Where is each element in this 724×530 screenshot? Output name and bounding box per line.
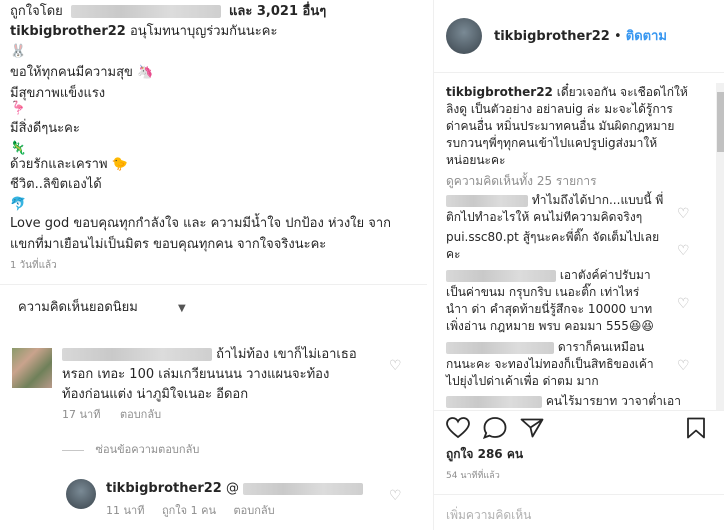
- reply-username[interactable]: tikbigbrother22: [106, 481, 222, 496]
- share-icon[interactable]: [520, 418, 544, 438]
- reply-mention[interactable]: @: [226, 481, 239, 496]
- caption-line: มีสิ่งดีๆนะคะ: [10, 121, 80, 136]
- caption-line: แขกที่มาเยือนไม่เป็นมิตร ขอบคุณทุกคน จาก…: [10, 237, 327, 252]
- reply-button[interactable]: ตอบกลับ: [120, 408, 161, 421]
- reply-meta: 11 นาที ถูกใจ 1 คน ตอบกลับ: [106, 501, 275, 521]
- post-time: 54 นาทีที่แล้ว: [446, 471, 500, 481]
- header-username[interactable]: tikbigbrother22: [494, 29, 610, 44]
- add-comment-input[interactable]: เพิ่มความคิดเห็น: [446, 507, 531, 524]
- bookmark-icon[interactable]: [686, 417, 706, 439]
- divider: [434, 410, 724, 411]
- caption-line: ด้วยรักและเคราพ 🐤: [10, 157, 128, 172]
- caption-line: 🐰: [10, 44, 27, 59]
- comment-text: ดาราก็คนเหมือน: [557, 340, 645, 354]
- comment-time: 17 นาที: [62, 408, 101, 421]
- comment-text: หรอก เทอะ 100 เล่มเกวียนนนน วางแผนจะท้อง: [62, 367, 330, 382]
- comment-text: ไปยุ่งไปด่าเค้าเพื่อ ด่าตม มาก: [446, 374, 599, 388]
- blurred-username: [446, 395, 542, 408]
- right-post-panel: tikbigbrother22 • ติดตาม tikbigbrother22…: [433, 0, 724, 530]
- like-heart-icon[interactable]: ♡: [677, 243, 690, 259]
- comment-meta: 17 นาที ตอบกลับ: [62, 405, 161, 425]
- comment-text: เป็นค่าขนม กรุบกริบ เนอะติ๊ก เท่าไหร่: [446, 285, 640, 299]
- caption-username[interactable]: tikbigbrother22: [446, 85, 553, 99]
- heart-icon[interactable]: [446, 417, 470, 439]
- comment-text: เพิ่งอ่าน กฎหมาย พรบ คอมมา 555😆😆: [446, 319, 654, 333]
- caption-line: ชีวิต..ลิขิตเองได้: [10, 177, 102, 192]
- like-heart-icon[interactable]: ♡: [677, 358, 690, 374]
- comment-text: คนไร้มารยาท วาจาต่ำเอา: [545, 394, 681, 408]
- caption-line: ด่าคนอื่น หมิ่นประมาทคนอื่น มันผิดกฎหมาย: [446, 119, 675, 133]
- likes-count[interactable]: ถูกใจ 286 คน: [446, 446, 523, 463]
- comment-text: ท้องก่อนแต่ง น่าภูมิใจเนอะ อีดอก: [62, 387, 249, 402]
- hide-replies-row[interactable]: ซ่อนข้อความตอบกลับ: [62, 440, 199, 460]
- like-heart-icon[interactable]: ♡: [389, 488, 402, 504]
- blurred-username: [446, 341, 554, 354]
- caption-line: 🐬: [10, 197, 27, 212]
- caption-line: tikbigbrother22 เดี๋ยวเจอกัน จะเชือดไก่ใ…: [446, 84, 688, 101]
- left-post-panel: ถูกใจโดย และ 3,021 อื่นๆ tikbigbrother22…: [0, 0, 427, 530]
- blurred-username: [446, 194, 528, 207]
- blurred-username: [446, 269, 556, 282]
- caption-line: รบกวนๆพี่ๆทุกคนเข้าไปแคปรูปigส่งมาให้: [446, 136, 658, 150]
- caption-line: 🦩: [10, 101, 27, 116]
- divider: [434, 494, 724, 495]
- follow-button[interactable]: ติดตาม: [626, 29, 667, 44]
- comment-line: ทำไมถึงได้ปาก...แบบนี้ พี่: [446, 192, 663, 209]
- blurred-avatar[interactable]: [12, 348, 52, 388]
- header-avatar[interactable]: [446, 18, 482, 54]
- view-all-comments[interactable]: ดูความคิดเห็นทั้ง 25 รายการ: [446, 173, 597, 190]
- scrollbar-thumb[interactable]: [717, 92, 724, 152]
- like-heart-icon[interactable]: ♡: [677, 206, 690, 222]
- divider: [0, 284, 427, 285]
- reply-line: tikbigbrother22 @: [106, 479, 364, 499]
- chevron-down-icon: ▼: [177, 303, 186, 314]
- hide-replies-button[interactable]: ซ่อนข้อความตอบกลับ: [96, 443, 200, 456]
- comment-text: ถ้าไม่ท้อง เขาก็ไม่เอาเธอ: [216, 347, 357, 362]
- caption-line: Love god ขอบคุณทุกกำลังใจ และ ความมีน้ำใ…: [10, 216, 392, 231]
- caption-text: อนุโมทนาบุญร่วมกันนะคะ: [129, 24, 278, 39]
- comment-icon[interactable]: [483, 417, 507, 439]
- comment-text: ทำไมถึงได้ปาก...แบบนี้ พี่: [531, 193, 664, 207]
- like-heart-icon[interactable]: ♡: [677, 296, 690, 312]
- comment-text: ติกไปทำอะไรให้ คนไม่ทีความคิดจริงๆ: [446, 210, 643, 224]
- comment-line: เอาตังค์ค่าปรับมา: [446, 267, 651, 284]
- blurred-username: [243, 482, 364, 495]
- caption-first-line: tikbigbrother22 อนุโมทนาบุญร่วมกันนะคะ: [10, 22, 277, 42]
- comment-line: คนไร้มารยาท วาจาต่ำเอา: [446, 393, 681, 410]
- caption-text: เดี๋ยวเจอกัน จะเชือดไก่ให้: [556, 85, 688, 99]
- caption-username[interactable]: tikbigbrother22: [10, 24, 126, 39]
- reply-button[interactable]: ตอบกลับ: [233, 504, 274, 517]
- caption-line: หน่อยนะคะ: [446, 153, 506, 167]
- caption-line: ขอให้ทุกคนมีความสุข 🦄: [10, 65, 154, 80]
- reply-avatar[interactable]: [66, 479, 96, 509]
- blurred-username: [62, 348, 212, 361]
- divider: [434, 72, 724, 73]
- liked-by-row: ถูกใจโดย และ 3,021 อื่นๆ: [10, 2, 326, 22]
- liked-by-prefix: ถูกใจโดย: [10, 4, 63, 19]
- comment-text: เอาตังค์ค่าปรับมา: [559, 268, 651, 282]
- comment-text: กนนะคะ จะทองไม่ทองก็เป็นสิทธิของเค้า: [446, 357, 654, 371]
- top-comments-dropdown[interactable]: ความคิดเห็นยอดนิยม ▼: [18, 298, 186, 319]
- replies-line: [62, 449, 84, 451]
- comment-text: นำา ด่า คำสุดท้ายนี่รู้สึกจะ 10000 บาท: [446, 302, 653, 316]
- blurred-username: [70, 5, 221, 18]
- reply-likes[interactable]: ถูกใจ 1 คน: [162, 504, 216, 517]
- like-heart-icon[interactable]: ♡: [389, 358, 402, 374]
- comment-line: ดาราก็คนเหมือน: [446, 339, 644, 356]
- header-row: tikbigbrother22 • ติดตาม: [494, 29, 667, 44]
- comment-line: ถ้าไม่ท้อง เขาก็ไม่เอาเธอ: [62, 345, 357, 365]
- caption-line: ลิงดู เป็นตัวอย่าง อย่าลบig ล่ะ มะจะได้ร…: [446, 102, 673, 116]
- reply-time: 11 นาที: [106, 504, 145, 517]
- liked-by-count[interactable]: และ 3,021 อื่นๆ: [229, 4, 326, 19]
- comment-text: pui.ssc80.pt สู้ๆนะคะพี่ติ๊ก จัดเต็มไปเล…: [446, 230, 660, 244]
- comment-text: คะ: [446, 247, 461, 261]
- top-comments-label: ความคิดเห็นยอดนิยม: [18, 300, 138, 315]
- post-time: 1 วันที่แล้ว: [10, 260, 57, 271]
